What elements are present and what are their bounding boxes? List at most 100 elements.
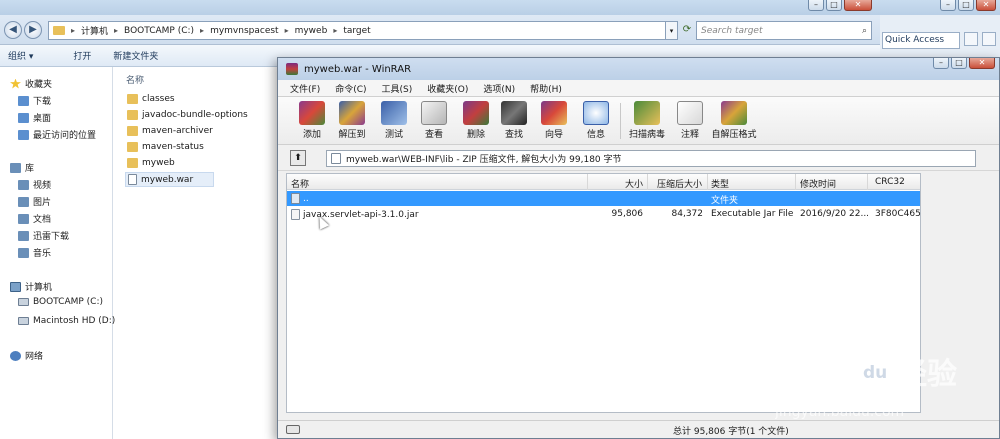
column-type[interactable]: 类型	[711, 177, 729, 190]
nav-libraries[interactable]: 库	[10, 161, 34, 174]
breadcrumb-myweb[interactable]: myweb	[295, 26, 328, 36]
maximize-icon[interactable]: □	[958, 0, 974, 11]
nav-documents[interactable]: 文档	[18, 212, 51, 225]
path-field[interactable]: myweb.war\WEB-INF\lib - ZIP 压缩文件, 解包大小为 …	[326, 150, 976, 167]
column-modified[interactable]: 修改时间	[800, 177, 836, 190]
winrar-titlebar: myweb.war - WinRAR – □ ✕	[278, 58, 999, 80]
nav-music[interactable]: 音乐	[18, 246, 51, 259]
window-icon[interactable]	[982, 32, 996, 46]
find-button[interactable]: 查找	[496, 101, 532, 140]
archive-icon	[331, 153, 341, 164]
toolbar: 添加 解压到 测试 查看 删除 查找 向导 信息 扫描病毒 注释 自解压格式	[278, 97, 999, 145]
menu-help[interactable]: 帮助(H)	[530, 82, 562, 95]
address-dropdown-icon[interactable]: ▾	[666, 21, 678, 40]
search-input[interactable]: Search target ⌕	[696, 21, 872, 40]
open-button[interactable]: 打开	[55, 49, 91, 62]
address-bar[interactable]: ▸ 计算机 ▸ BOOTCAMP (C:) ▸ mymvnspacest ▸ m…	[48, 21, 666, 40]
file-item-myweb-war[interactable]: myweb.war	[125, 172, 215, 187]
nav-drive-c[interactable]: BOOTCAMP (C:)	[18, 297, 103, 307]
quick-access-button[interactable]: Quick Access	[882, 32, 960, 49]
menu-file[interactable]: 文件(F)	[290, 82, 320, 95]
nav-pictures[interactable]: 图片	[18, 195, 51, 208]
jar-file-icon	[291, 209, 300, 220]
breadcrumb-drive[interactable]: BOOTCAMP (C:)	[124, 26, 194, 36]
breadcrumb-target[interactable]: target	[343, 26, 370, 36]
menu-commands[interactable]: 命令(C)	[335, 82, 366, 95]
test-button[interactable]: 测试	[376, 101, 412, 140]
nav-thunder-downloads[interactable]: 迅雷下载	[18, 229, 69, 242]
status-text: 总计 95,806 字节(1 个文件)	[673, 427, 789, 437]
info-button[interactable]: 信息	[578, 101, 614, 140]
delete-button[interactable]: 删除	[458, 101, 494, 140]
binoculars-icon	[501, 101, 527, 125]
column-header-name[interactable]: 名称	[126, 73, 144, 86]
column-size[interactable]: 大小	[625, 177, 643, 190]
recent-places-icon	[18, 129, 29, 140]
menu-tools[interactable]: 工具(S)	[382, 82, 413, 95]
close-icon[interactable]: ✕	[844, 0, 872, 11]
settings-icon[interactable]	[964, 32, 978, 46]
close-icon[interactable]: ✕	[969, 58, 995, 69]
new-folder-button[interactable]: 新建文件夹	[113, 49, 158, 62]
minimize-icon[interactable]: –	[808, 0, 824, 11]
nav-recent[interactable]: 最近访问的位置	[18, 128, 96, 141]
wizard-icon	[541, 101, 567, 125]
view-button[interactable]: 查看	[416, 101, 452, 140]
search-placeholder: Search target	[701, 25, 763, 36]
column-packed[interactable]: 压缩后大小	[657, 177, 702, 190]
thunder-download-icon	[18, 230, 29, 241]
search-icon[interactable]: ⌕	[862, 26, 867, 36]
column-crc32[interactable]: CRC32	[875, 177, 905, 187]
organize-button[interactable]: 组织 ▾	[8, 49, 33, 62]
file-item-maven-archiver[interactable]: maven-archiver	[127, 126, 213, 136]
extract-to-button[interactable]: 解压到	[334, 101, 370, 140]
table-row[interactable]: .. 文件夹	[287, 191, 920, 206]
up-folder-button[interactable]: ⬆	[290, 150, 306, 166]
picture-icon	[18, 196, 29, 207]
forward-button[interactable]: ▶	[24, 21, 42, 39]
view-icon	[421, 101, 447, 125]
file-item-myweb[interactable]: myweb	[127, 158, 175, 168]
network-icon	[10, 350, 21, 361]
minimize-icon[interactable]: –	[933, 58, 949, 69]
wizard-button[interactable]: 向导	[536, 101, 572, 140]
add-archive-icon	[299, 101, 325, 125]
refresh-icon[interactable]: ⟳	[680, 21, 694, 40]
file-item-maven-status[interactable]: maven-status	[127, 142, 204, 152]
download-icon	[18, 95, 29, 106]
add-button[interactable]: 添加	[294, 101, 330, 140]
folder-icon	[127, 126, 138, 136]
nav-videos[interactable]: 视频	[18, 178, 51, 191]
maximize-icon[interactable]: □	[951, 58, 967, 69]
extract-icon	[339, 101, 365, 125]
breadcrumb-workspace[interactable]: mymvnspacest	[210, 26, 279, 36]
menu-favorites[interactable]: 收藏夹(O)	[427, 82, 468, 95]
list-header: 名称 大小 压缩后大小 类型 修改时间 CRC32	[287, 174, 920, 190]
menu-options[interactable]: 选项(N)	[483, 82, 515, 95]
nav-drive-d[interactable]: Macintosh HD (D:)	[18, 316, 115, 326]
nav-favorites[interactable]: 收藏夹	[10, 77, 52, 90]
drive-icon	[18, 298, 29, 306]
breadcrumb-computer[interactable]: 计算机	[81, 24, 108, 37]
folder-icon	[53, 26, 65, 35]
window-title: myweb.war - WinRAR	[304, 63, 412, 75]
nav-desktop[interactable]: 桌面	[18, 111, 51, 124]
file-item-javadoc[interactable]: javadoc-bundle-options	[127, 110, 248, 120]
sfx-button[interactable]: 自解压格式	[710, 101, 758, 140]
file-item-classes[interactable]: classes	[127, 94, 175, 104]
comment-button[interactable]: 注释	[672, 101, 708, 140]
archive-file-list: 名称 大小 压缩后大小 类型 修改时间 CRC32 .. 文件夹 javax.s…	[286, 173, 921, 413]
status-bar: 总计 95,806 字节(1 个文件)	[278, 420, 999, 438]
nav-downloads[interactable]: 下载	[18, 94, 51, 107]
video-icon	[18, 179, 29, 190]
nav-network[interactable]: 网络	[10, 349, 43, 362]
nav-computer[interactable]: 计算机	[10, 280, 52, 293]
back-button[interactable]: ◀	[4, 21, 22, 39]
close-icon[interactable]: ✕	[976, 0, 996, 11]
sfx-icon	[721, 101, 747, 125]
minimize-icon[interactable]: –	[940, 0, 956, 11]
maximize-icon[interactable]: □	[826, 0, 842, 11]
column-name[interactable]: 名称	[291, 177, 309, 190]
table-row[interactable]: javax.servlet-api-3.1.0.jar 95,806 84,37…	[287, 207, 921, 222]
scan-virus-button[interactable]: 扫描病毒	[624, 101, 670, 140]
